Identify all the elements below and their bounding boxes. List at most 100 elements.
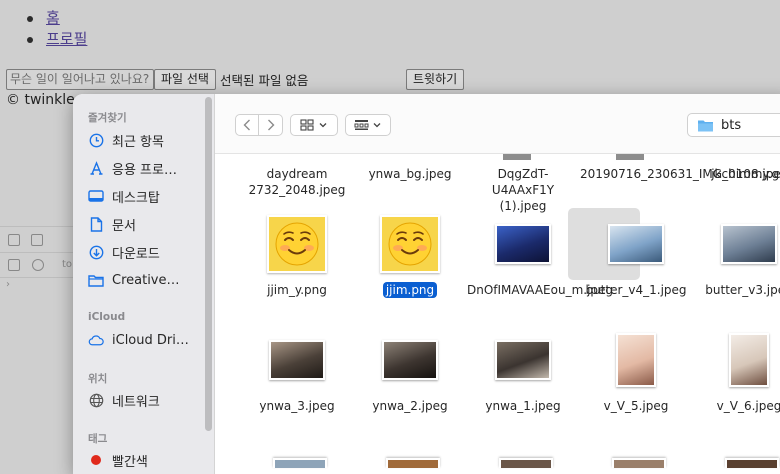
download-icon	[88, 244, 104, 260]
view-mode-button[interactable]	[290, 114, 338, 136]
file-name-text: ynwa_bg.jpeg	[368, 167, 452, 181]
file-name: jkchimmy.gif	[693, 166, 780, 182]
nav-buttons	[235, 114, 283, 136]
sidebar-item-label: 문서	[112, 218, 136, 234]
folder-path-popup[interactable]: bts	[687, 113, 780, 137]
file-thumbnail	[354, 324, 466, 396]
photo-thumbnail	[721, 224, 777, 264]
file-thumbnail	[725, 458, 779, 468]
emoji-thumbnail-icon	[380, 215, 440, 273]
file-name-text: jkchimmy.gif	[711, 167, 780, 181]
file-select-button[interactable]: 파일 선택	[154, 68, 216, 90]
group-view-icon	[354, 116, 382, 135]
globe-icon	[88, 392, 104, 408]
folder-name: bts	[721, 117, 742, 133]
file-thumbnail	[612, 458, 666, 468]
file-thumbnail	[467, 208, 579, 280]
file-name: 20190716_230631_IMG_0108.jpeg	[580, 166, 780, 182]
nav-link-home[interactable]: 홈	[46, 9, 60, 27]
sidebar-item-applications[interactable]: 응용 프로…	[88, 158, 177, 178]
devtools-divider	[0, 252, 73, 253]
photo-thumbnail	[269, 340, 325, 380]
sidebar-item-label: 응용 프로…	[112, 162, 177, 178]
nav-item-profile: 프로필	[27, 29, 87, 50]
file-name-text: DqgZdT-U4AAxF1Y (1).jpeg	[491, 167, 555, 213]
tweet-input[interactable]	[6, 68, 154, 90]
tweet-form: 파일 선택 선택된 파일 없음	[6, 68, 308, 90]
dialog-toolbar: bts	[215, 94, 780, 154]
file-name: jjim.png	[354, 282, 466, 298]
sidebar-item-label: 최근 항목	[112, 134, 164, 150]
file-name-text: butter_v3.jpeg	[705, 283, 780, 297]
devtools-text: to	[62, 259, 73, 270]
page-nav: 홈 프로필	[27, 8, 87, 50]
document-icon	[88, 216, 104, 232]
sidebar-scrollbar[interactable]	[205, 97, 212, 431]
sidebar-item-creative[interactable]: Creative…	[88, 270, 180, 290]
sidebar-item-recents[interactable]: 최근 항목	[88, 130, 164, 150]
file-name: DqgZdT-U4AAxF1Y (1).jpeg	[467, 166, 579, 214]
file-thumbnail	[241, 208, 353, 280]
file-item[interactable]: ynwa_3.jpeg	[241, 154, 353, 413]
file-name: jjim_y.png	[241, 282, 353, 298]
file-thumbnail	[580, 208, 692, 280]
file-thumbnail	[614, 154, 646, 162]
sidebar-item-label: 네트워크	[112, 394, 160, 410]
file-name-text: v_V_6.jpeg	[716, 399, 780, 413]
sidebar-item-label: 데스크탑	[112, 190, 160, 206]
sidebar-item-network[interactable]: 네트워크	[88, 390, 160, 410]
file-thumbnail	[467, 324, 579, 396]
applications-icon	[88, 160, 104, 176]
inspect-icon[interactable]	[8, 234, 20, 246]
file-item[interactable]: v_V_5.jpeg	[580, 154, 692, 413]
file-item[interactable]: ynwa_1.jpeg	[467, 154, 579, 413]
file-name: ynwa_3.jpeg	[241, 398, 353, 414]
file-name: DnOfIMAVAAEou_m.jpeg	[467, 282, 613, 298]
file-name-text: daydream 2732_2048.jpeg	[248, 167, 346, 197]
sidebar-item-label: 다운로드	[112, 246, 160, 262]
photo-thumbnail	[729, 333, 769, 387]
devtools-toolbar	[0, 226, 73, 278]
tweet-button[interactable]: 트윗하기	[406, 69, 465, 90]
file-name-text: jjim.png	[382, 282, 438, 298]
file-thumbnail	[693, 324, 780, 396]
forward-button[interactable]	[259, 115, 282, 135]
sidebar-item-label: Creative…	[112, 272, 180, 288]
file-name: butter_v3.jpeg	[693, 282, 780, 298]
file-thumbnail	[241, 324, 353, 396]
file-name: ynwa_1.jpeg	[467, 398, 579, 414]
file-name: ynwa_bg.jpeg	[354, 166, 466, 182]
dialog-main: bts daydream 2732_2048.jpeg ynwa_bg.jpeg D…	[215, 94, 780, 474]
file-thumbnail	[499, 458, 553, 468]
file-name: v_V_5.jpeg	[580, 398, 692, 414]
file-thumbnail	[501, 154, 533, 162]
file-name: daydream 2732_2048.jpeg	[241, 166, 353, 198]
sidebar-item-tag-red[interactable]: 빨간색	[88, 450, 148, 470]
play-icon[interactable]	[8, 259, 20, 271]
chevron-right-icon[interactable]: ›	[6, 279, 10, 290]
grid-view-icon	[300, 116, 328, 135]
photo-thumbnail	[382, 340, 438, 380]
sidebar-item-downloads[interactable]: 다운로드	[88, 242, 160, 262]
red-tag-dot-icon	[88, 452, 104, 468]
file-open-dialog: 즐겨찾기 최근 항목 응용 프로… 데스크탑 문서 다운로드 Creative……	[73, 94, 780, 474]
copyright-text: © twinkle	[6, 92, 75, 108]
group-mode-button[interactable]	[345, 114, 391, 136]
file-thumbnail	[693, 208, 780, 280]
sidebar-item-documents[interactable]: 문서	[88, 214, 136, 234]
cloud-icon	[88, 332, 104, 348]
sidebar-heading-locations: 위치	[88, 373, 108, 385]
photo-thumbnail	[616, 333, 656, 387]
back-button[interactable]	[236, 115, 260, 135]
block-icon[interactable]	[32, 259, 44, 271]
file-name-text: ynwa_3.jpeg	[259, 399, 335, 413]
sidebar-item-desktop[interactable]: 데스크탑	[88, 186, 160, 206]
file-item[interactable]: v_V_6.jpeg	[693, 154, 780, 413]
file-thumbnail	[273, 458, 327, 468]
file-item[interactable]: ynwa_2.jpeg	[354, 154, 466, 413]
chevron-right-icon	[267, 116, 275, 135]
device-icon[interactable]	[31, 234, 43, 246]
photo-thumbnail	[608, 224, 664, 264]
sidebar-item-icloud-drive[interactable]: iCloud Dri…	[88, 330, 189, 350]
nav-link-profile[interactable]: 프로필	[46, 30, 87, 48]
